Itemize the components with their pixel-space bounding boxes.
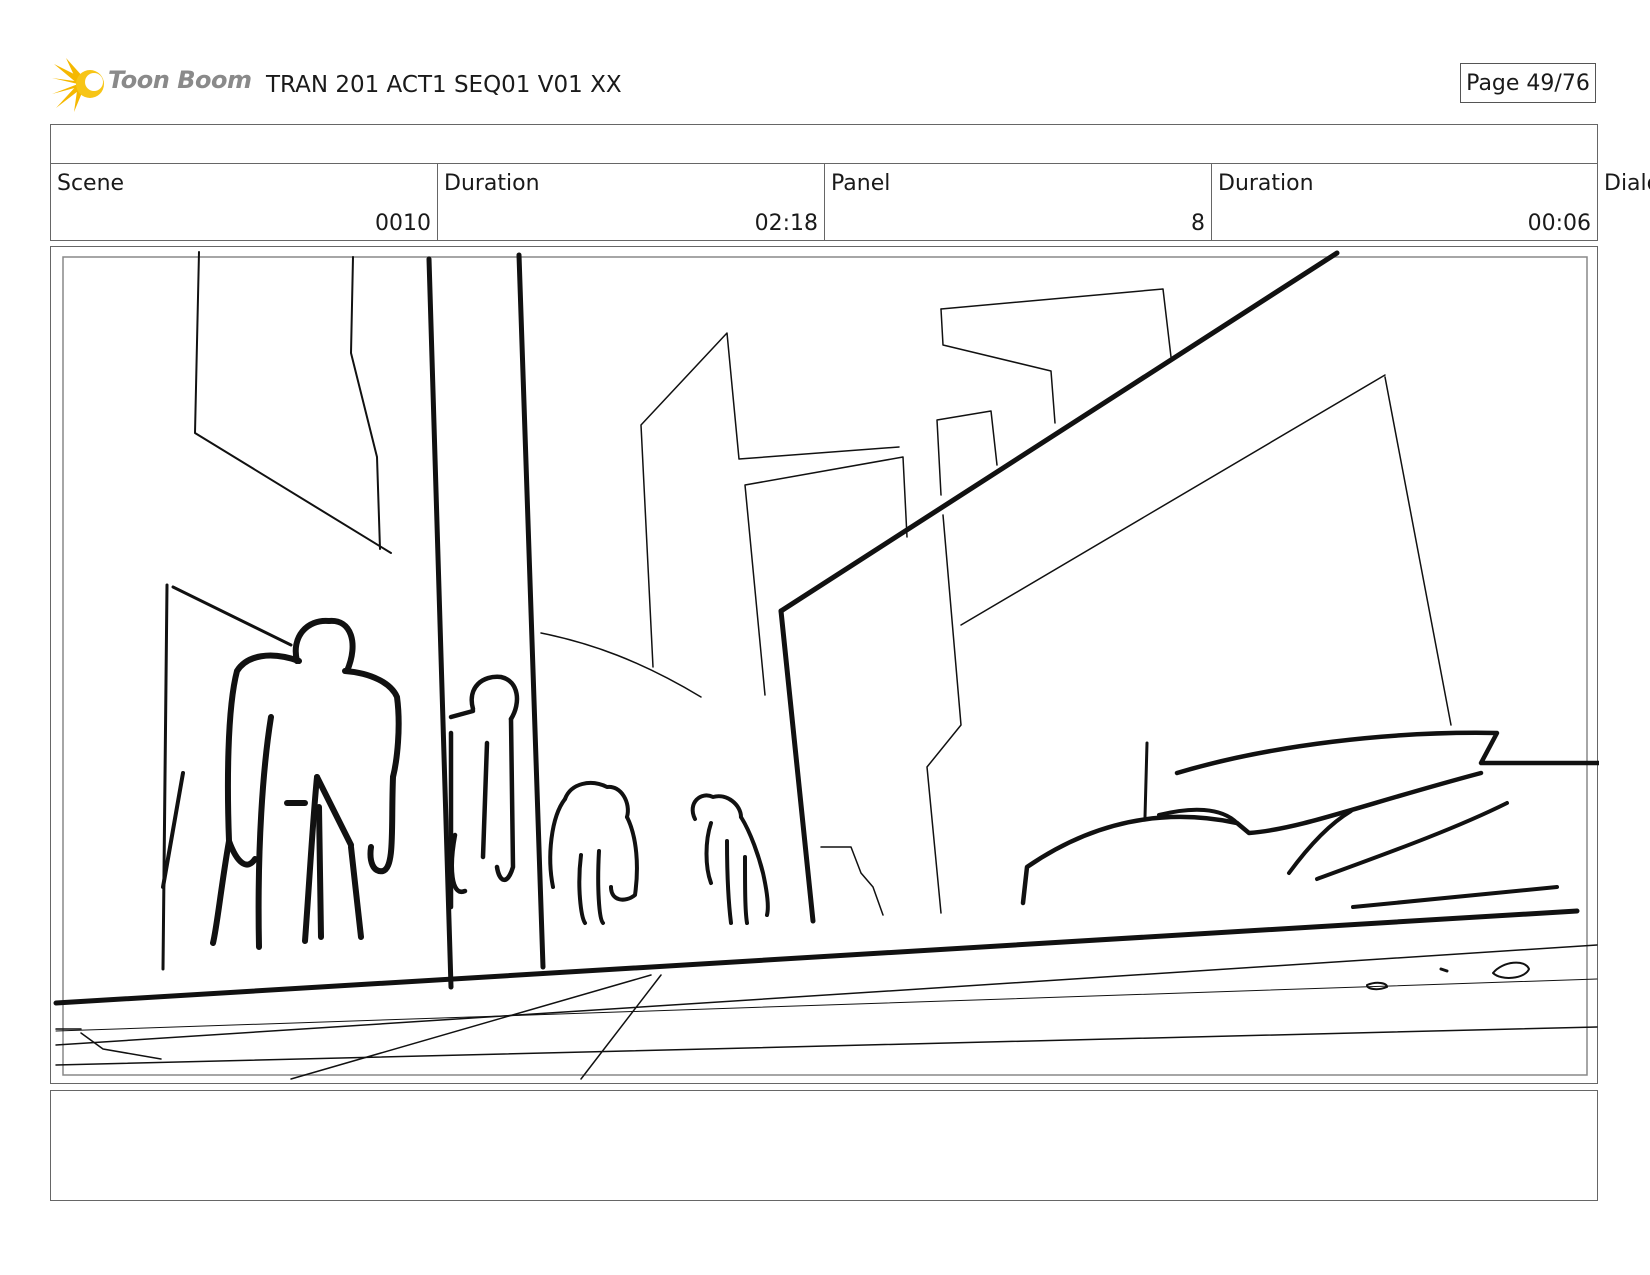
sequence-title-bar <box>50 124 1598 164</box>
scene-cell: Scene 0010 <box>50 163 438 241</box>
dialog-label: Dialo <box>1604 171 1650 196</box>
panel-sketch <box>53 250 1599 1080</box>
document-title: TRAN 201 ACT1 SEQ01 V01 XX <box>266 72 622 98</box>
scene-duration-cell: Duration 02:18 <box>437 163 825 241</box>
sketch-lines <box>53 250 1599 1080</box>
panel-duration-cell: Duration 00:06 <box>1211 163 1598 241</box>
scene-label: Scene <box>57 171 125 196</box>
panel-cell: Panel 8 <box>824 163 1212 241</box>
page-indicator: Page 49/76 <box>1460 63 1596 103</box>
toon-boom-logo: Toon Boom <box>52 56 252 112</box>
scene-value: 0010 <box>375 211 431 236</box>
panel-value: 8 <box>1191 211 1205 236</box>
robot-figure-1 <box>210 617 402 950</box>
panel-duration-value: 00:06 <box>1527 211 1591 236</box>
robot-figure-2 <box>448 674 520 910</box>
sun-burst-icon <box>52 58 104 112</box>
storyboard-panel <box>50 246 1599 1084</box>
safe-area-frame <box>62 256 1588 1076</box>
panel-duration-label: Duration <box>1218 171 1314 196</box>
panel-label: Panel <box>831 171 891 196</box>
scene-duration-label: Duration <box>444 171 540 196</box>
logo-text: Toon Boom <box>108 66 252 94</box>
robot-figure-4 <box>690 793 770 925</box>
action-notes-box <box>50 1090 1598 1201</box>
robot-figure-3 <box>548 781 639 925</box>
scene-duration-value: 02:18 <box>754 211 818 236</box>
